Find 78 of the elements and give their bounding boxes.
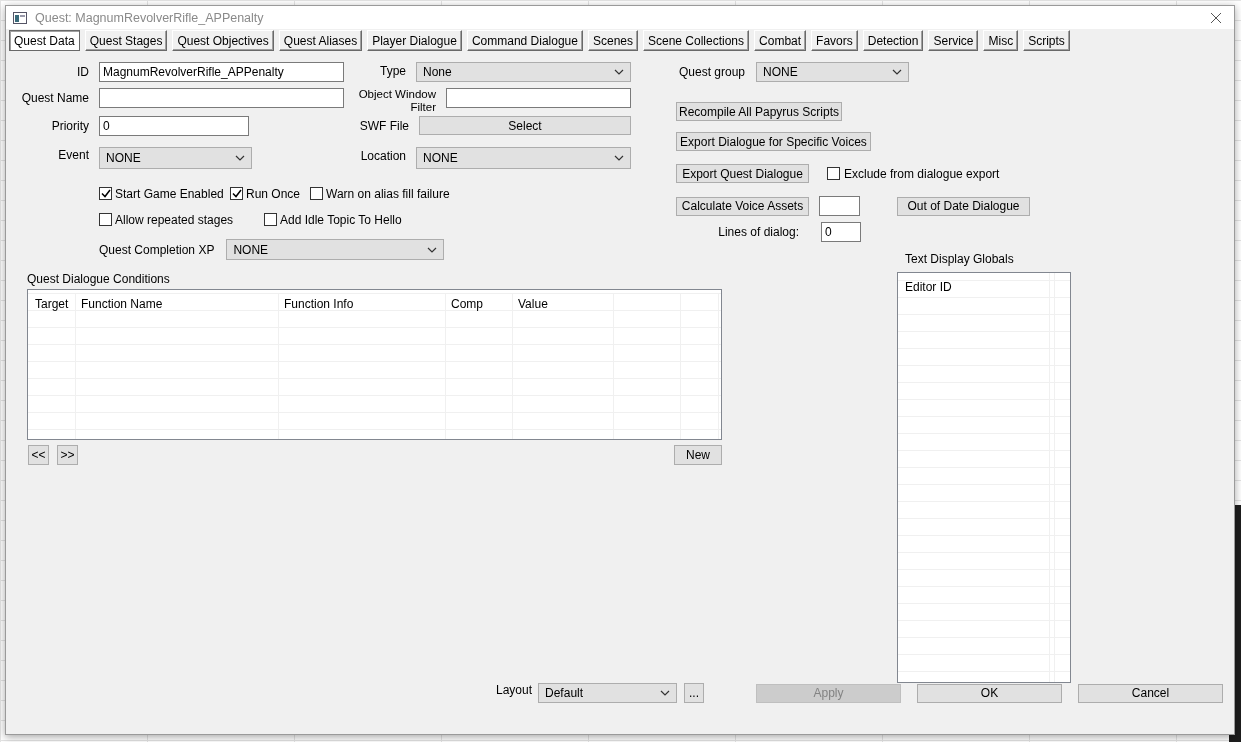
tab[interactable]: Combat: [754, 30, 807, 51]
text-field[interactable]: [819, 196, 860, 216]
checkbox[interactable]: [310, 187, 323, 200]
checkbox[interactable]: [99, 213, 112, 226]
chevron-down-icon: [660, 690, 671, 696]
text-field[interactable]: 0: [99, 116, 249, 136]
tab[interactable]: Scenes: [587, 30, 638, 51]
tab[interactable]: Favors: [811, 30, 858, 51]
checkbox-label: Warn on alias fill failure: [326, 186, 450, 201]
field-label: ID: [76, 64, 89, 79]
tab[interactable]: Scripts: [1023, 30, 1070, 51]
previous-button[interactable]: <<: [28, 445, 49, 465]
field-label: Quest Completion XP: [99, 242, 215, 257]
more-button[interactable]: ...: [684, 683, 705, 703]
field-label: Layout: [496, 683, 533, 697]
checkbox[interactable]: [827, 167, 840, 180]
checkbox-label: Run Once: [246, 186, 301, 201]
tab[interactable]: Detection: [862, 30, 924, 51]
column-header: Function Name: [81, 297, 163, 311]
tab[interactable]: Quest Objectives: [172, 30, 274, 51]
dropdown[interactable]: NONE: [416, 147, 631, 169]
section-label: Quest Dialogue Conditions: [27, 272, 171, 286]
tab[interactable]: Misc: [983, 30, 1019, 51]
checkbox-label: Add Idle Topic To Hello: [280, 212, 402, 227]
export-voices-button[interactable]: Export Dialogue for Specific Voices: [676, 132, 871, 151]
dialog-button[interactable]: Cancel: [1078, 683, 1224, 703]
text-field[interactable]: 0: [821, 222, 861, 242]
field-label: Location: [360, 148, 406, 163]
field-label: Object Window Filter: [358, 88, 436, 114]
column-header: Editor ID: [905, 280, 952, 294]
dropdown[interactable]: NONE: [99, 147, 252, 169]
column-header: Target: [35, 297, 69, 311]
checkbox-label: Start Game Enabled: [115, 186, 224, 201]
new-button[interactable]: New: [674, 445, 722, 465]
chevron-down-icon: [427, 246, 438, 253]
checkbox[interactable]: [99, 187, 112, 200]
tab[interactable]: Command Dialogue: [466, 30, 583, 51]
dialog-button[interactable]: OK: [917, 683, 1063, 703]
dropdown[interactable]: Default: [538, 683, 678, 703]
tab[interactable]: Quest Data: [9, 30, 80, 51]
checkbox[interactable]: [230, 187, 243, 200]
checkbox[interactable]: [264, 213, 277, 226]
dropdown[interactable]: NONE: [226, 239, 445, 260]
select-button[interactable]: Select: [419, 116, 631, 135]
field-label: Quest group: [679, 65, 746, 79]
field-label: Event: [57, 147, 89, 162]
text-field[interactable]: [446, 88, 631, 108]
recompile-button[interactable]: Recompile All Papyrus Scripts: [676, 102, 842, 121]
column-header: Function Info: [284, 297, 354, 311]
dropdown[interactable]: None: [416, 62, 631, 82]
window-title: Quest: MagnumRevolverRifle_APPenalty: [35, 10, 265, 25]
calculate-button[interactable]: Calculate Voice Assets: [676, 196, 809, 216]
tab[interactable]: Quest Stages: [84, 30, 168, 51]
checkbox-label: Allow repeated stages: [115, 212, 234, 227]
text-field[interactable]: [99, 88, 344, 108]
tab[interactable]: Service: [928, 30, 979, 51]
tab[interactable]: Player Dialogue: [367, 30, 462, 51]
chevron-down-icon: [614, 155, 624, 161]
next-button[interactable]: >>: [57, 445, 78, 465]
tab[interactable]: Quest Aliases: [278, 30, 363, 51]
field-label: Priority: [50, 118, 89, 133]
window-icon: [13, 11, 27, 24]
field-label: Quest Name: [21, 90, 89, 105]
chevron-down-icon: [892, 69, 903, 75]
field-label: Type: [380, 63, 406, 78]
section-label: Text Display Globals: [905, 252, 1015, 266]
chevron-down-icon: [614, 69, 624, 75]
column-header: Comp: [451, 297, 483, 311]
export-dialogue-button[interactable]: Export Quest Dialogue: [676, 164, 809, 183]
field-label: SWF File: [359, 118, 409, 133]
out-of-date-button[interactable]: Out of Date Dialogue: [897, 196, 1030, 216]
column-header: Value: [518, 297, 548, 311]
tab[interactable]: Scene Collections: [643, 30, 750, 51]
chevron-down-icon: [235, 155, 245, 161]
checkbox-label: Exclude from dialogue export: [844, 166, 1000, 181]
text-field[interactable]: MagnumRevolverRifle_APPenalty: [99, 62, 344, 82]
field-label: Lines of dialog:: [717, 225, 799, 239]
dropdown[interactable]: NONE: [756, 62, 910, 82]
